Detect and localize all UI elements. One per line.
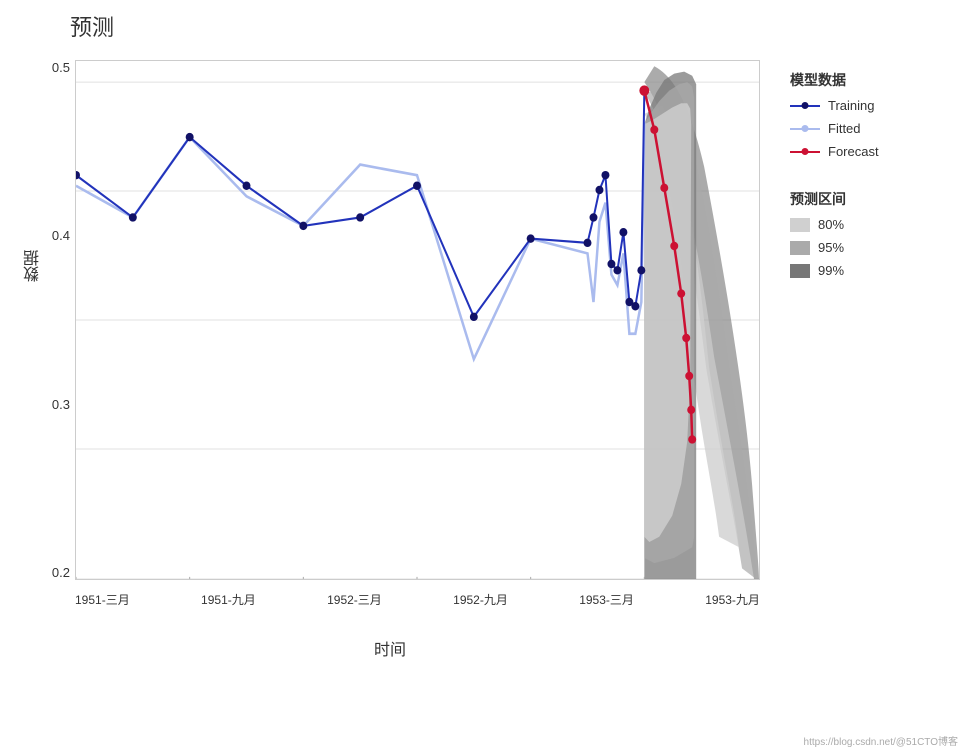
chart-area: 数据 0.5 0.4 0.3 0.2 (10, 50, 958, 753)
legend-interval-title: 预测区间 (790, 189, 950, 209)
legend-separator (790, 169, 950, 179)
legend-80-label: 80% (818, 217, 844, 232)
y-tick-0.3: 0.3 (52, 397, 70, 412)
legend-fitted-dot (802, 125, 809, 132)
legend-99: 99% (790, 263, 950, 278)
x-tick-1952-mar: 1952-三月 (327, 591, 382, 608)
y-tick-0.5: 0.5 (52, 60, 70, 75)
y-tick-labels: 0.5 0.4 0.3 0.2 (15, 60, 70, 580)
chart-svg (76, 61, 759, 579)
x-axis-label: 时间 (374, 636, 406, 660)
legend-training: Training (790, 98, 950, 113)
legend-forecast-label: Forecast (828, 144, 879, 159)
x-tick-1953-sep: 1953-九月 (705, 591, 760, 608)
legend-fitted: Fitted (790, 121, 950, 136)
chart-plot (75, 60, 760, 580)
legend-model-title: 模型数据 (790, 70, 950, 90)
legend-80-box (790, 218, 810, 232)
legend-training-dot (802, 102, 809, 109)
legend-area: 模型数据 Training Fitted (790, 70, 950, 286)
y-tick-0.4: 0.4 (52, 228, 70, 243)
watermark: https://blog.csdn.net/@51CTO博客 (804, 733, 958, 748)
legend-99-box (790, 264, 810, 278)
x-tick-1953-mar: 1953-三月 (579, 591, 634, 608)
legend-99-label: 99% (818, 263, 844, 278)
page-title: 预测 (70, 10, 958, 42)
legend-95: 95% (790, 240, 950, 255)
legend-fitted-label: Fitted (828, 121, 861, 136)
x-tick-labels: 1951-三月 1951-九月 1952-三月 1952-九月 1953-三月 … (75, 591, 760, 608)
legend-95-box (790, 241, 810, 255)
legend-forecast: Forecast (790, 144, 950, 159)
legend-forecast-dot (802, 148, 809, 155)
legend-training-label: Training (828, 98, 874, 113)
x-tick-1951-sep: 1951-九月 (201, 591, 256, 608)
y-tick-0.2: 0.2 (52, 565, 70, 580)
page-container: 预测 数据 0.5 0.4 0.3 0.2 (0, 0, 968, 753)
legend-training-line (790, 105, 820, 107)
legend-95-label: 95% (818, 240, 844, 255)
legend-forecast-line (790, 151, 820, 153)
x-tick-1951-mar: 1951-三月 (75, 591, 130, 608)
legend-80: 80% (790, 217, 950, 232)
chart-wrapper: 数据 0.5 0.4 0.3 0.2 (10, 50, 770, 670)
x-tick-1952-sep: 1952-九月 (453, 591, 508, 608)
legend-fitted-line (790, 128, 820, 130)
